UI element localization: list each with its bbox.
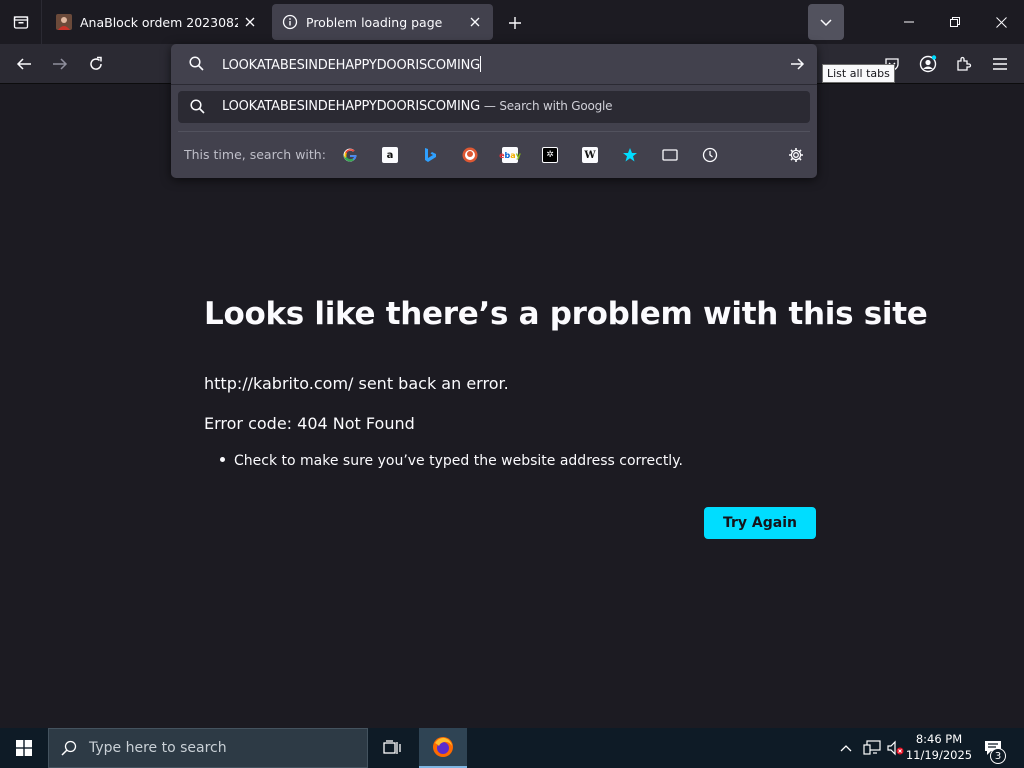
- search-engine-ecosia[interactable]: ✲: [539, 144, 561, 166]
- tab-anablock[interactable]: AnaBlock ordem 20230824001: [46, 4, 268, 40]
- chevron-down-icon: [820, 19, 832, 27]
- show-hidden-icons-button[interactable]: [836, 728, 856, 768]
- clock-icon: [702, 147, 718, 163]
- restore-button[interactable]: [932, 0, 978, 44]
- firefox-view-button[interactable]: [0, 0, 42, 44]
- taskbar-search-placeholder: Type here to search: [89, 740, 227, 756]
- tab-problem-loading[interactable]: Problem loading page: [272, 4, 493, 40]
- close-icon: [245, 17, 255, 27]
- windows-logo-icon: [16, 740, 32, 756]
- google-icon: [343, 148, 357, 162]
- start-button[interactable]: [0, 728, 48, 768]
- user-avatar-favicon: [56, 14, 72, 30]
- task-view-icon: [383, 740, 401, 754]
- search-engine-amazon[interactable]: a: [379, 144, 401, 166]
- ebay-icon: ebay: [499, 147, 521, 163]
- tab-title: Problem loading page: [306, 14, 443, 30]
- clock[interactable]: 8:46 PM 11/19/2025: [905, 731, 973, 763]
- duckduckgo-icon: [462, 147, 478, 163]
- suggestion-action: — Search with Google: [483, 99, 613, 113]
- arrow-right-icon: [53, 58, 68, 70]
- search-icon: [189, 56, 204, 71]
- divider: [178, 131, 810, 132]
- suggestion-text: LOOKATABESINDEHAPPYDOORISCOMING — Search…: [222, 99, 613, 114]
- amazon-icon: a: [382, 147, 398, 163]
- network-button[interactable]: [860, 728, 884, 768]
- new-tab-button[interactable]: [502, 10, 528, 36]
- clock-time: 8:46 PM: [915, 732, 963, 746]
- minimize-button[interactable]: [886, 0, 932, 44]
- search-engine-google[interactable]: [339, 144, 361, 166]
- reload-button[interactable]: [80, 48, 112, 80]
- arrow-right-icon: [790, 58, 804, 70]
- search-icon: [61, 740, 77, 756]
- close-tab-button[interactable]: [463, 10, 487, 34]
- ecosia-icon: ✲: [542, 147, 558, 163]
- arrow-left-icon: [16, 58, 31, 70]
- list-all-tabs-button[interactable]: [808, 4, 844, 40]
- error-hint: Check to make sure you’ve typed the webs…: [220, 453, 683, 469]
- firefox-view-icon: [13, 16, 28, 29]
- close-tab-button[interactable]: [238, 10, 262, 34]
- tab-icon: [662, 149, 678, 161]
- search-settings-button[interactable]: [785, 144, 807, 166]
- search-engine-ebay[interactable]: ebay: [499, 144, 521, 166]
- taskbar-firefox-app[interactable]: [419, 728, 467, 768]
- network-icon: [863, 740, 881, 755]
- search-engine-bing[interactable]: [419, 144, 441, 166]
- tab-title: AnaBlock ordem 20230824001: [80, 14, 238, 30]
- windows-taskbar: Type here to search 8:46 PM 11/19/2025: [0, 728, 1024, 768]
- restore-icon: [950, 17, 960, 27]
- back-button[interactable]: [8, 48, 40, 80]
- go-button[interactable]: [787, 54, 807, 74]
- star-icon: [623, 148, 637, 162]
- bullet: [220, 457, 225, 462]
- firefox-icon: [433, 737, 453, 757]
- search-engine-wikipedia[interactable]: W: [579, 144, 601, 166]
- url-input[interactable]: LOOKATABESINDEHAPPYDOORISCOMING: [171, 44, 817, 84]
- bing-icon: [425, 148, 436, 162]
- extensions-button[interactable]: [948, 48, 980, 80]
- divider: [171, 84, 817, 85]
- task-view-button[interactable]: [372, 728, 412, 768]
- wikipedia-icon: W: [582, 147, 598, 163]
- tab-bar: AnaBlock ordem 20230824001 Problem loadi…: [0, 0, 1024, 44]
- plus-icon: [509, 17, 521, 29]
- error-title: Looks like there’s a problem with this s…: [204, 296, 928, 332]
- reload-icon: [90, 56, 102, 70]
- try-again-button[interactable]: Try Again: [704, 507, 816, 539]
- close-icon: [995, 16, 1007, 28]
- url-input-text: LOOKATABESINDEHAPPYDOORISCOMING: [222, 56, 481, 73]
- search-suggestion-row[interactable]: LOOKATABESINDEHAPPYDOORISCOMING — Search…: [178, 91, 810, 123]
- puzzle-icon: [957, 56, 972, 71]
- gear-icon: [789, 148, 803, 162]
- search-icon: [190, 99, 205, 114]
- account-button[interactable]: [912, 48, 944, 80]
- notification-count-badge: 3: [990, 748, 1006, 764]
- error-message: http://kabrito.com/ sent back an error.: [204, 374, 509, 393]
- search-bookmarks-button[interactable]: [619, 144, 641, 166]
- forward-button[interactable]: [44, 48, 76, 80]
- close-window-button[interactable]: [978, 0, 1024, 44]
- search-tabs-button[interactable]: [659, 144, 681, 166]
- one-off-label: This time, search with:: [184, 147, 326, 162]
- account-icon: [919, 55, 937, 73]
- search-history-button[interactable]: [699, 144, 721, 166]
- taskbar-search-box[interactable]: Type here to search: [48, 728, 368, 768]
- volume-muted-icon: [887, 740, 904, 756]
- info-icon: [282, 14, 298, 30]
- chevron-up-icon: [840, 745, 852, 752]
- url-bar-dropdown: LOOKATABESINDEHAPPYDOORISCOMING LOOKATAB…: [171, 44, 817, 178]
- error-code: Error code: 404 Not Found: [204, 414, 415, 433]
- close-icon: [470, 17, 480, 27]
- search-engine-duckduckgo[interactable]: [459, 144, 481, 166]
- minimize-icon: [904, 21, 914, 23]
- menu-button[interactable]: [984, 48, 1016, 80]
- list-all-tabs-tooltip: List all tabs: [822, 64, 895, 83]
- clock-date: 11/19/2025: [905, 748, 973, 762]
- hamburger-menu-icon: [993, 58, 1007, 70]
